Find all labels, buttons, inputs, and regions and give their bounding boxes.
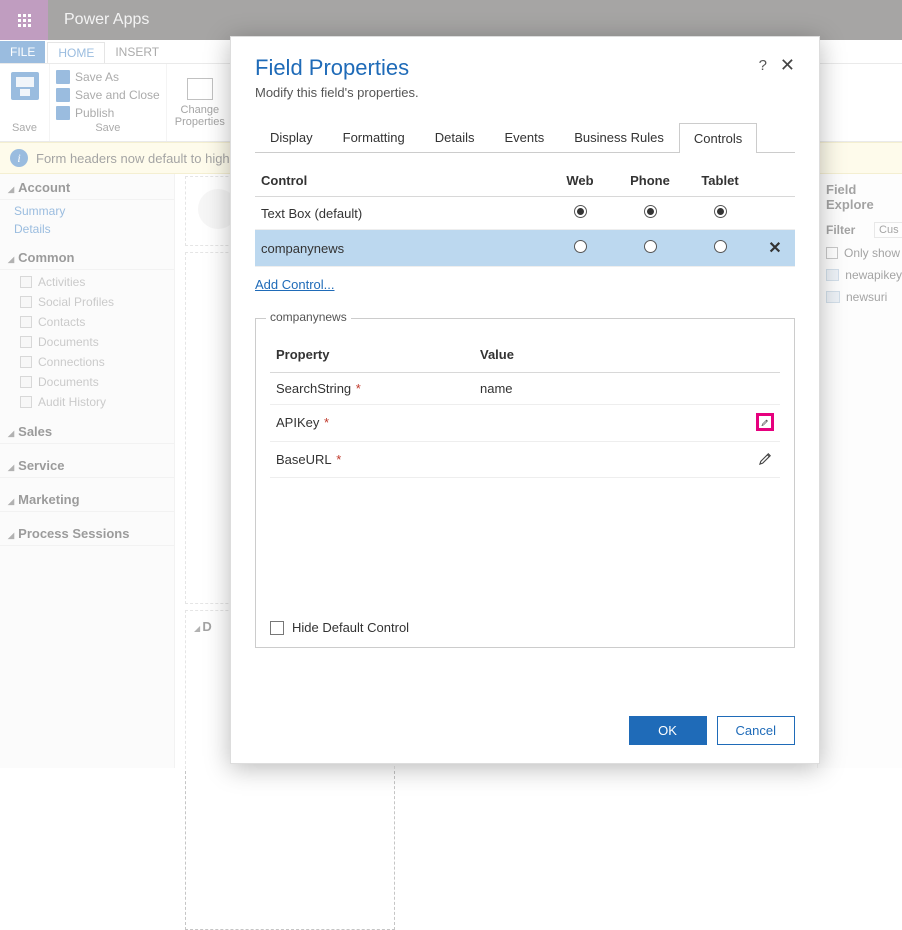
dialog-tab-formatting[interactable]: Formatting xyxy=(328,122,420,152)
property-name: APIKey xyxy=(276,415,319,430)
dialog-subtitle: Modify this field's properties. xyxy=(255,85,795,100)
help-button[interactable]: ? xyxy=(759,57,767,74)
property-row: SearchString * name xyxy=(270,373,780,405)
dialog-tab-events[interactable]: Events xyxy=(490,122,560,152)
dialog-tabs: DisplayFormattingDetailsEventsBusiness R… xyxy=(255,122,795,153)
property-value xyxy=(474,441,730,478)
properties-legend: companynews xyxy=(266,310,351,324)
radio-phone[interactable] xyxy=(644,205,657,218)
property-value: name xyxy=(474,373,730,405)
radio-tablet[interactable] xyxy=(714,205,727,218)
col-property: Property xyxy=(270,337,474,373)
control-name: Text Box (default) xyxy=(255,197,545,230)
control-name: companynews xyxy=(255,230,545,267)
edit-property-button[interactable] xyxy=(756,413,774,431)
dialog-title: Field Properties xyxy=(255,55,795,81)
radio-phone[interactable] xyxy=(644,240,657,253)
col-value: Value xyxy=(474,337,730,373)
dialog-tab-business-rules[interactable]: Business Rules xyxy=(559,122,679,152)
radio-web[interactable] xyxy=(574,205,587,218)
col-phone: Phone xyxy=(615,165,685,197)
radio-tablet[interactable] xyxy=(714,240,727,253)
property-row: BaseURL * xyxy=(270,441,780,478)
required-icon: * xyxy=(333,452,342,467)
required-icon: * xyxy=(320,415,329,430)
control-properties-panel: companynews Property Value SearchString … xyxy=(255,318,795,648)
property-value xyxy=(474,405,730,442)
dialog-tab-details[interactable]: Details xyxy=(420,122,490,152)
remove-control-button[interactable]: ✕ xyxy=(768,240,781,257)
cancel-button[interactable]: Cancel xyxy=(717,716,795,745)
radio-web[interactable] xyxy=(574,240,587,253)
dialog-tab-controls[interactable]: Controls xyxy=(679,123,757,153)
col-web: Web xyxy=(545,165,615,197)
ok-button[interactable]: OK xyxy=(629,716,707,745)
field-properties-dialog: Field Properties Modify this field's pro… xyxy=(230,36,820,764)
property-name: BaseURL xyxy=(276,452,332,467)
col-control: Control xyxy=(255,165,545,197)
property-name: SearchString xyxy=(276,381,351,396)
col-tablet: Tablet xyxy=(685,165,755,197)
control-row[interactable]: Text Box (default) xyxy=(255,197,795,230)
required-icon: * xyxy=(352,381,361,396)
close-button[interactable]: ✕ xyxy=(780,55,795,76)
hide-default-checkbox[interactable] xyxy=(270,621,284,635)
hide-default-label: Hide Default Control xyxy=(292,620,409,635)
controls-table: Control Web Phone Tablet Text Box (defau… xyxy=(255,165,795,267)
dialog-tab-display[interactable]: Display xyxy=(255,122,328,152)
properties-table: Property Value SearchString * nameAPIKey … xyxy=(270,337,780,478)
control-row[interactable]: companynews ✕ xyxy=(255,230,795,267)
add-control-link[interactable]: Add Control... xyxy=(255,277,335,292)
property-row: APIKey * xyxy=(270,405,780,442)
edit-property-button[interactable] xyxy=(756,450,774,468)
